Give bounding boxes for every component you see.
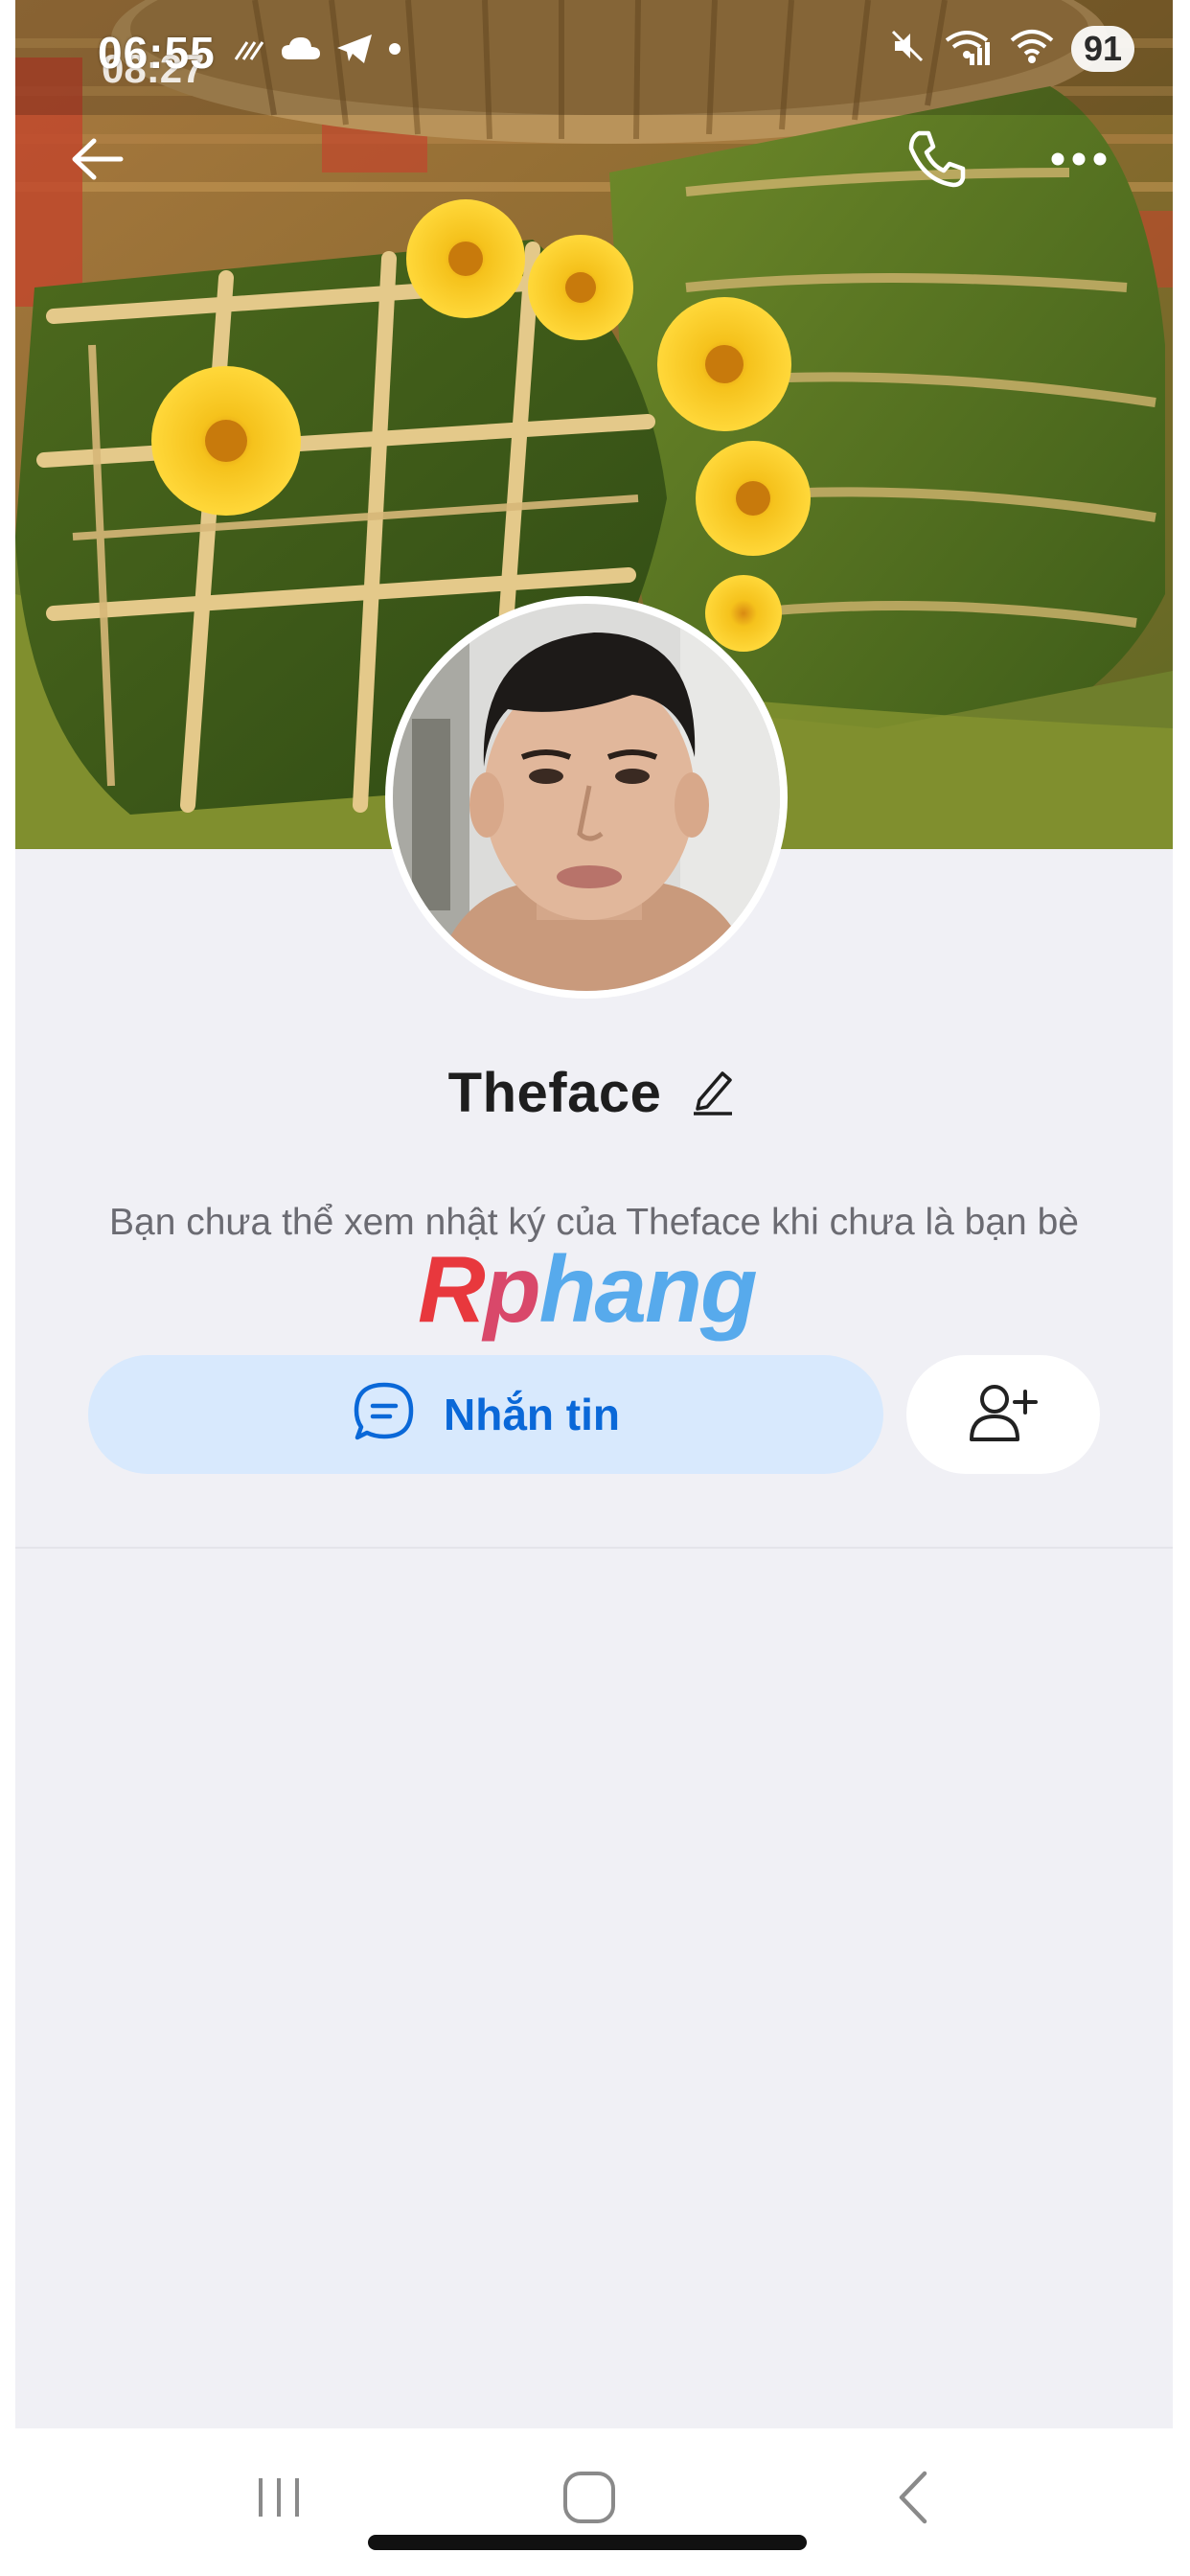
- edit-name-button[interactable]: [686, 1066, 740, 1119]
- mute-icon: [889, 28, 926, 69]
- wifi-calling-icon: [941, 25, 993, 72]
- chat-bubble-icon: [352, 1380, 417, 1450]
- message-button-label: Nhắn tin: [444, 1390, 620, 1439]
- watermark-rest: hang: [538, 1236, 758, 1342]
- back-button[interactable]: [57, 123, 134, 199]
- profile-name-row: Theface: [15, 1054, 1173, 1131]
- call-button[interactable]: [899, 123, 975, 199]
- more-button[interactable]: [1041, 123, 1117, 199]
- system-nav-bar: [15, 2428, 1173, 2576]
- avatar-image: [393, 604, 780, 991]
- back-arrow-icon: [67, 135, 125, 188]
- wifi-icon: [1008, 27, 1056, 70]
- profile-screen: 08:27 06:55 91 Theface Bạn chưa thể xem …: [15, 0, 1173, 2576]
- home-button[interactable]: [546, 2461, 632, 2538]
- status-left-icons: [234, 33, 402, 70]
- notification-dot-icon: [387, 41, 402, 61]
- watermark-letter-r: R: [418, 1236, 486, 1342]
- nav-back-icon: [892, 2470, 934, 2530]
- cloud-icon: [280, 34, 322, 68]
- nav-back-button[interactable]: [870, 2461, 956, 2538]
- status-time: 06:55: [98, 28, 216, 78]
- message-button[interactable]: Nhắn tin: [88, 1355, 883, 1474]
- battery-indicator: 91: [1071, 25, 1134, 72]
- signal-off-icon: [234, 34, 266, 68]
- home-indicator[interactable]: [368, 2535, 807, 2550]
- section-divider: [15, 1547, 1173, 1549]
- status-bar: 08:27 06:55 91: [15, 0, 1173, 105]
- watermark-letter-p: p: [483, 1236, 541, 1342]
- home-icon: [561, 2470, 617, 2530]
- status-right-icons: 91: [889, 25, 1134, 72]
- add-user-icon: [968, 1382, 1039, 1448]
- avatar[interactable]: [385, 596, 788, 999]
- profile-name: Theface: [447, 1061, 662, 1124]
- add-friend-button[interactable]: [906, 1355, 1100, 1474]
- telegram-icon: [335, 33, 374, 70]
- recent-apps-button[interactable]: [236, 2461, 322, 2538]
- recent-apps-icon: [253, 2474, 305, 2525]
- watermark-logo: Rphang: [418, 1236, 801, 1342]
- phone-icon: [905, 127, 969, 196]
- pencil-icon: [690, 1066, 736, 1120]
- more-dots-icon: [1050, 150, 1108, 173]
